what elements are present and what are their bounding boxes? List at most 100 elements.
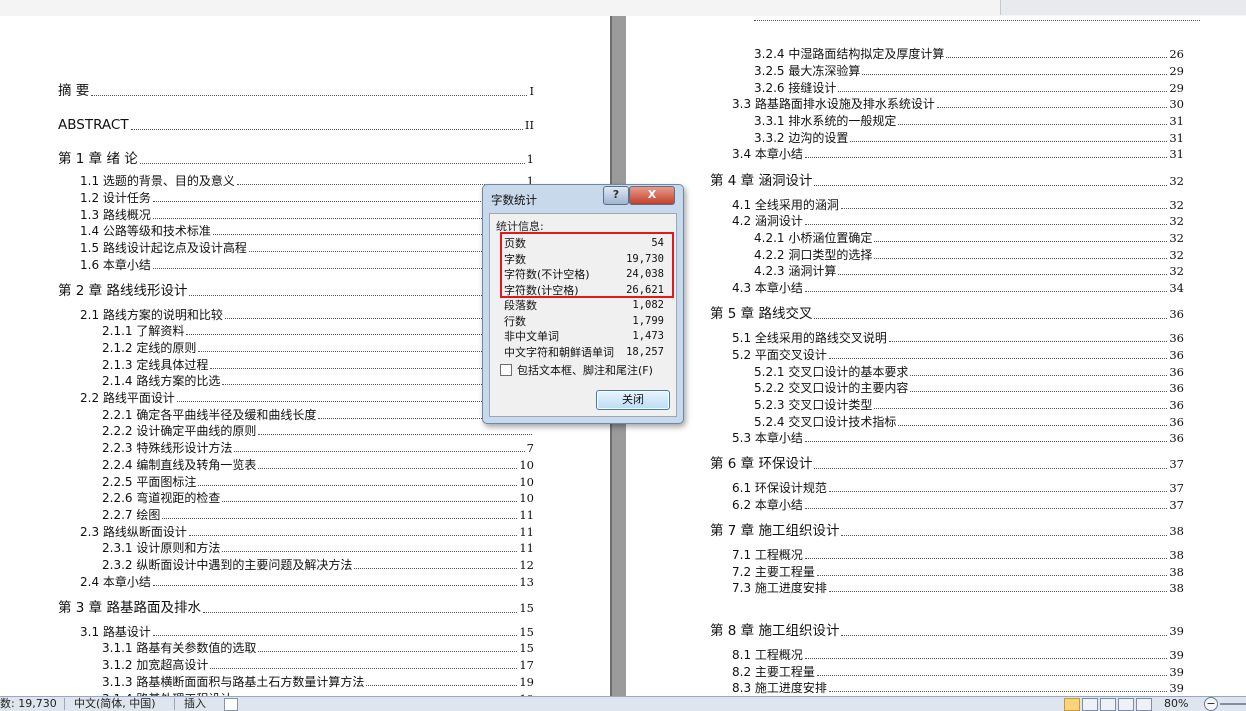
zoom-level[interactable]: 80% xyxy=(1164,697,1188,711)
toc-entry-title: 5.2.1 交叉口设计的基本要求 xyxy=(754,365,909,379)
dialog-titlebar[interactable]: 字数统计 ? X xyxy=(483,185,683,209)
toc-entry[interactable]: 2.2.4 编制直线及转角一览表 10 xyxy=(102,458,534,472)
toc-entry[interactable]: 7.2 主要工程量 38 xyxy=(732,565,1184,579)
include-textboxes-checkbox[interactable]: 包括文本框、脚注和尾注(F) xyxy=(500,362,653,378)
zoom-slider[interactable] xyxy=(1220,703,1246,705)
toc-chapter-entry[interactable]: 第 6 章 环保设计 37 xyxy=(710,456,1184,472)
toc-entry[interactable]: 5.2 平面交叉设计 36 xyxy=(732,348,1184,362)
toc-entry[interactable]: 2.4 本章小结 13 xyxy=(80,575,534,589)
toc-entry[interactable]: 3.2.6 接缝设计 29 xyxy=(754,81,1184,95)
toc-entry[interactable]: 1.1 选题的背景、目的及意义 1 xyxy=(80,174,534,188)
toc-entry[interactable]: 2.3 路线纵断面设计 11 xyxy=(80,525,534,539)
toc-entry-title: 7.1 工程概况 xyxy=(732,548,803,562)
toc-chapter-entry[interactable]: 第 4 章 涵洞设计 32 xyxy=(710,173,1184,189)
toc-page-number: 32 xyxy=(1169,248,1184,262)
toc-entry[interactable]: 4.2.3 涵洞计算 32 xyxy=(754,264,1184,278)
toc-entry-title: 1.1 选题的背景、目的及意义 xyxy=(80,174,235,188)
toc-entry[interactable]: 4.1 全线采用的涵洞 32 xyxy=(732,198,1184,212)
toc-entry[interactable]: 3.3.2 边沟的设置 31 xyxy=(754,131,1184,145)
toc-entry[interactable]: 6.2 本章小结 37 xyxy=(732,498,1184,512)
macro-record-icon[interactable] xyxy=(224,698,238,711)
toc-entry[interactable]: 2.1.1 了解资料 xyxy=(102,324,534,338)
stat-label: 段落数 xyxy=(504,299,537,312)
toc-entry[interactable]: 2.2 路线平面设计 xyxy=(80,391,534,405)
toc-page-number: 39 xyxy=(1169,665,1184,679)
toc-entry[interactable]: 1.6 本章小结 xyxy=(80,258,534,272)
toc-entry[interactable]: 8.1 工程概况 39 xyxy=(732,648,1184,662)
toc-entry[interactable]: 2.2.2 设计确定平曲线的原则 xyxy=(102,424,534,438)
toc-entry[interactable]: 2.3.1 设计原则和方法 11 xyxy=(102,541,534,555)
toc-entry[interactable]: 3.2.4 中湿路面结构拟定及厚度计算 26 xyxy=(754,47,1184,61)
toc-entry[interactable]: 5.3 本章小结 36 xyxy=(732,431,1184,445)
toc-dot-leader xyxy=(176,400,532,402)
toc-entry[interactable]: 4.3 本章小结 34 xyxy=(732,281,1184,295)
toc-entry-title: 2.1.2 定线的原则 xyxy=(102,341,197,355)
toc-dot-leader xyxy=(366,684,518,686)
web-layout-icon[interactable] xyxy=(1100,698,1116,711)
toc-entry[interactable]: 3.1.3 路基横断面面积与路基土石方数量计算方法 19 xyxy=(102,675,534,689)
toc-entry[interactable]: 1.3 路线概况 xyxy=(80,208,534,222)
toc-chapter-entry[interactable]: 第 8 章 施工组织设计 39 xyxy=(710,623,1184,639)
toc-entry[interactable]: 4.2.2 洞口类型的选择 32 xyxy=(754,248,1184,262)
toc-entry[interactable]: 2.3.2 纵断面设计中遇到的主要问题及解决方法 12 xyxy=(102,558,534,572)
toc-entry[interactable]: 3.3 路基路面排水设施及排水系统设计 30 xyxy=(732,97,1184,111)
toc-entry[interactable]: 2.2.1 确定各平曲线半径及缓和曲线长度 xyxy=(102,408,534,422)
toc-entry-title: 2.2.6 弯道视距的检查 xyxy=(102,491,221,505)
outline-view-icon[interactable] xyxy=(1118,698,1134,711)
toc-chapter-entry[interactable]: 第 1 章 绪 论 1 xyxy=(58,151,534,167)
toc-entry[interactable]: 8.3 施工进度安排 39 xyxy=(732,681,1184,695)
toc-dot-leader xyxy=(910,374,1168,376)
toc-page-number: 32 xyxy=(1169,198,1184,212)
toc-entry[interactable]: 1.4 公路等级和技术标准 xyxy=(80,224,534,238)
toc-entry[interactable]: 4.2.1 小桥涵位置确定 32 xyxy=(754,231,1184,245)
toc-entry[interactable]: 7.1 工程概况 38 xyxy=(732,548,1184,562)
draft-view-icon[interactable] xyxy=(1136,698,1152,711)
toc-entry[interactable]: 3.4 本章小结 31 xyxy=(732,147,1184,161)
close-window-button[interactable]: X xyxy=(629,186,675,205)
toc-entry[interactable]: 2.1 路线方案的说明和比较 xyxy=(80,308,534,322)
toc-entry[interactable]: 2.2.7 绘图 11 xyxy=(102,508,534,522)
toc-chapter-entry[interactable]: 第 5 章 路线交叉 36 xyxy=(710,306,1184,322)
toc-entry[interactable]: 2.1.2 定线的原则 xyxy=(102,341,534,355)
toc-entry[interactable]: 2.2.3 特殊线形设计方法 7 xyxy=(102,441,534,455)
toc-entry[interactable]: 5.2.1 交叉口设计的基本要求 36 xyxy=(754,365,1184,379)
toc-entry[interactable]: 7.3 施工进度安排 38 xyxy=(732,581,1184,595)
toc-entry[interactable]: 3.2.5 最大冻深验算 29 xyxy=(754,64,1184,78)
checkbox-box[interactable] xyxy=(500,364,512,376)
toc-entry[interactable]: 4.2 涵洞设计 32 xyxy=(732,214,1184,228)
toc-entry[interactable]: 3.1.2 加宽超高设计 17 xyxy=(102,658,534,672)
toc-entry[interactable]: 3.1 路基设计 15 xyxy=(80,625,534,639)
toc-entry[interactable]: 5.2.3 交叉口设计类型 36 xyxy=(754,398,1184,412)
print-layout-view-icon[interactable] xyxy=(1064,698,1080,711)
toc-chapter-entry[interactable]: 第 2 章 路线线形设计 xyxy=(58,283,534,299)
toc-page-number: 12 xyxy=(519,558,534,572)
toc-entry[interactable]: 1.5 路线设计起讫点及设计高程 xyxy=(80,241,534,255)
toc-dot-leader xyxy=(222,550,518,552)
toc-chapter-entry[interactable]: 摘 要I xyxy=(58,83,534,99)
help-button[interactable]: ? xyxy=(603,186,629,205)
toc-entry[interactable]: 3.1.1 路基有关参数值的选取 15 xyxy=(102,641,534,655)
toc-entry[interactable]: 5.2.2 交叉口设计的主要内容 36 xyxy=(754,381,1184,395)
toc-chapter-entry[interactable]: 第 3 章 路基路面及排水 15 xyxy=(58,600,534,616)
toc-entry[interactable]: 5.1 全线采用的路线交叉说明 36 xyxy=(732,331,1184,345)
toc-entry[interactable]: 2.1.3 定线具体过程 xyxy=(102,358,534,372)
status-language[interactable]: 中文(简体, 中国) xyxy=(74,697,156,711)
toc-dot-leader xyxy=(874,257,1168,259)
full-screen-reading-icon[interactable] xyxy=(1082,698,1098,711)
toc-entry[interactable]: 5.2.4 交叉口设计技术指标 36 xyxy=(754,415,1184,429)
zoom-out-icon[interactable]: − xyxy=(1204,697,1218,711)
toc-entry[interactable]: 3.3.1 排水系统的一般规定 31 xyxy=(754,114,1184,128)
toc-entry[interactable]: 8.2 主要工程量 39 xyxy=(732,665,1184,679)
status-insert-mode[interactable]: 插入 xyxy=(184,697,206,711)
toc-entry[interactable]: 2.1.4 路线方案的比选 xyxy=(102,374,534,388)
toc-chapter-entry[interactable]: ABSTRACT II xyxy=(58,117,534,133)
status-word-count[interactable]: 数: 19,730 xyxy=(0,697,57,711)
toc-entry[interactable]: 6.1 环保设计规范 37 xyxy=(732,481,1184,495)
close-button[interactable]: 关闭 xyxy=(596,390,670,410)
toc-dot-leader xyxy=(898,123,1168,125)
toc-chapter-entry[interactable]: 第 7 章 施工组织设计 38 xyxy=(710,523,1184,539)
toc-entry[interactable]: 1.2 设计任务1 xyxy=(80,191,534,205)
toc-entry[interactable]: 2.2.6 弯道视距的检查 10 xyxy=(102,491,534,505)
toc-page-number: 29 xyxy=(1169,81,1184,95)
toc-entry[interactable]: 2.2.5 平面图标注 10 xyxy=(102,475,534,489)
